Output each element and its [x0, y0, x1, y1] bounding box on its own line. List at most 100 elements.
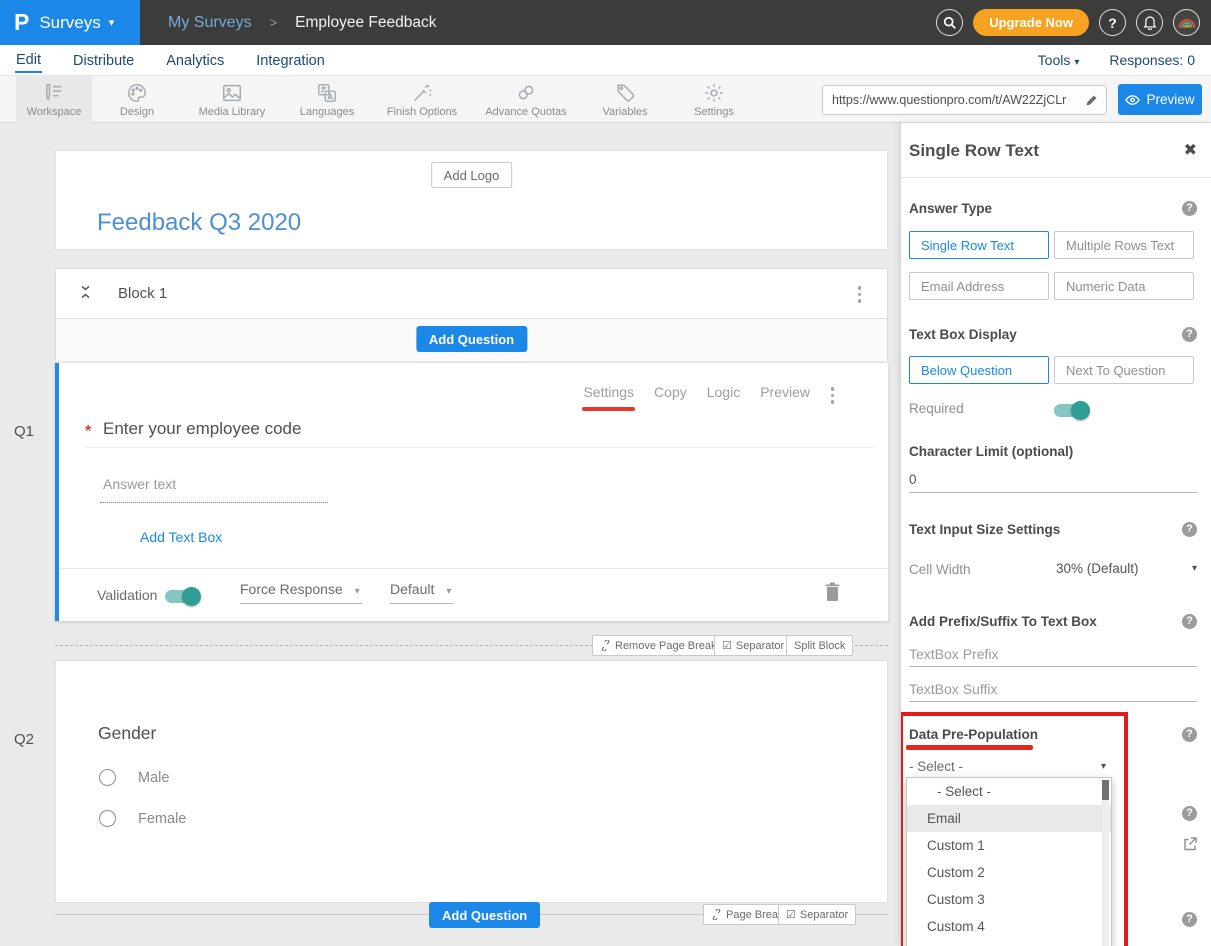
help-button[interactable]: ? — [1099, 9, 1126, 36]
dropdown-option-email[interactable]: Email — [907, 805, 1111, 832]
notifications-button[interactable] — [1136, 9, 1163, 36]
add-text-box-link[interactable]: Add Text Box — [140, 529, 222, 545]
character-limit-input[interactable]: 0 — [909, 472, 917, 487]
split-block-button[interactable]: Split Block — [786, 635, 853, 656]
help-icon[interactable]: ? — [1182, 614, 1197, 629]
question-tab-copy[interactable]: Copy — [654, 384, 687, 400]
answer-text-field-line[interactable] — [100, 502, 328, 503]
close-panel-button[interactable]: ✖ — [1184, 140, 1197, 160]
dropdown-option-custom1[interactable]: Custom 1 — [907, 832, 1111, 859]
toolbar-languages[interactable]: Languages — [282, 76, 372, 123]
palette-icon — [126, 82, 148, 104]
answer-type-label: Answer Type — [909, 201, 992, 216]
input-underline — [909, 701, 1197, 702]
force-response-dropdown[interactable]: Force Response▾ — [240, 581, 362, 604]
question-number-q1: Q1 — [14, 423, 34, 440]
edit-url-button[interactable] — [1076, 86, 1106, 114]
dropdown-option-select[interactable]: - Select - — [907, 778, 1111, 805]
collapse-block-button[interactable] — [80, 284, 91, 305]
help-icon[interactable]: ? — [1182, 327, 1197, 342]
responses-count[interactable]: Responses: 0 — [1109, 52, 1195, 68]
validation-toggle[interactable] — [165, 590, 199, 603]
tab-distribute[interactable]: Distribute — [72, 49, 135, 72]
dropdown-option-custom3[interactable]: Custom 3 — [907, 886, 1111, 913]
radio-option-male[interactable]: Male — [99, 769, 169, 786]
tab-integration[interactable]: Integration — [255, 49, 326, 72]
add-question-button[interactable]: Add Question — [416, 326, 527, 352]
help-icon[interactable]: ? — [1182, 522, 1197, 537]
add-logo-button[interactable]: Add Logo — [431, 162, 513, 188]
toolbar-media-library[interactable]: Media Library — [182, 76, 282, 123]
dropdown-option-custom2[interactable]: Custom 2 — [907, 859, 1111, 886]
remove-page-break-button[interactable]: Remove Page Break — [592, 635, 725, 656]
help-icon[interactable]: ? — [1182, 912, 1197, 927]
tab-edit[interactable]: Edit — [15, 48, 42, 73]
toolbar-settings[interactable]: Settings — [670, 76, 758, 123]
separator-button-bottom[interactable]: ☑ Separator — [778, 904, 856, 925]
question-text-q1[interactable]: Enter your employee code — [103, 419, 301, 439]
question-tab-preview[interactable]: Preview — [760, 384, 810, 400]
cell-width-label: Cell Width — [909, 562, 971, 577]
help-icon[interactable]: ? — [1182, 727, 1197, 742]
display-below-question[interactable]: Below Question — [909, 356, 1049, 384]
survey-editor-screen: P Surveys ▾ My Surveys > Employee Feedba… — [0, 0, 1211, 946]
answer-type-numeric[interactable]: Numeric Data — [1054, 272, 1194, 300]
question-action-tabs: Settings Copy Logic Preview — [583, 384, 810, 400]
collapse-icon — [80, 284, 91, 300]
survey-url-input[interactable] — [823, 86, 1075, 114]
cell-width-value[interactable]: 30% (Default) — [1056, 561, 1139, 576]
radio-icon[interactable] — [99, 769, 116, 786]
answer-type-single-row[interactable]: Single Row Text — [909, 231, 1049, 259]
bottom-section-line: Add Question Page Break ☑ Separator — [55, 914, 888, 915]
toolbar-workspace[interactable]: Workspace — [16, 76, 92, 123]
separator-button[interactable]: ☑ Separator — [714, 635, 792, 656]
product-switcher[interactable]: P Surveys ▾ — [0, 0, 140, 45]
toolbar-finish-options[interactable]: Finish Options — [372, 76, 472, 123]
scrollbar-thumb[interactable] — [1102, 780, 1109, 800]
question-tab-settings[interactable]: Settings — [583, 384, 634, 400]
validation-default-dropdown[interactable]: Default▾ — [390, 581, 453, 604]
survey-nav: Edit Distribute Analytics Integration To… — [0, 45, 1211, 75]
chevron-down-icon[interactable]: ▾ — [1192, 563, 1197, 574]
block-title[interactable]: Block 1 — [118, 285, 167, 302]
question-mark-icon: ? — [1108, 15, 1117, 31]
dropdown-scrollbar[interactable] — [1102, 780, 1109, 946]
preview-button[interactable]: Preview — [1118, 84, 1202, 115]
toolbar-advance-quotas[interactable]: Advance Quotas — [472, 76, 580, 123]
required-toggle[interactable] — [1054, 404, 1088, 417]
upgrade-now-button[interactable]: Upgrade Now — [973, 9, 1089, 36]
tab-analytics[interactable]: Analytics — [165, 49, 225, 72]
data-prepopulation-select[interactable]: - Select - — [909, 759, 963, 774]
radio-icon[interactable] — [99, 810, 116, 827]
toolbar-design[interactable]: Design — [92, 76, 182, 123]
answer-type-email[interactable]: Email Address — [909, 272, 1049, 300]
avatar[interactable] — [1173, 9, 1200, 36]
toolbar-items: Workspace Design Media Library — [16, 76, 758, 123]
external-link-icon[interactable] — [1183, 837, 1197, 856]
display-next-to-question[interactable]: Next To Question — [1054, 356, 1194, 384]
breadcrumb: My Surveys > Employee Feedback — [168, 0, 436, 45]
textbox-prefix-input[interactable]: TextBox Prefix — [909, 646, 998, 662]
tools-dropdown[interactable]: Tools▾ — [1038, 52, 1080, 68]
answer-text-placeholder[interactable]: Answer text — [103, 476, 176, 492]
dropdown-option-custom4[interactable]: Custom 4 — [907, 913, 1111, 940]
toolbar-variables[interactable]: Variables — [580, 76, 670, 123]
breadcrumb-my-surveys[interactable]: My Surveys — [168, 14, 252, 32]
radio-option-female[interactable]: Female — [99, 810, 186, 827]
textbox-suffix-input[interactable]: TextBox Suffix — [909, 681, 997, 697]
help-icon[interactable]: ? — [1182, 201, 1197, 216]
add-question-button-bottom[interactable]: Add Question — [429, 902, 540, 928]
search-button[interactable] — [936, 9, 963, 36]
question-text-q2[interactable]: Gender — [98, 723, 156, 744]
question-tab-logic[interactable]: Logic — [707, 384, 740, 400]
translate-icon — [316, 82, 338, 104]
help-icon[interactable]: ? — [1182, 806, 1197, 821]
survey-header-card: Add Logo Feedback Q3 2020 — [55, 150, 888, 250]
divider — [85, 447, 874, 448]
block-menu-button[interactable] — [854, 282, 866, 307]
question-menu-button[interactable] — [827, 383, 839, 408]
survey-title[interactable]: Feedback Q3 2020 — [97, 209, 301, 237]
chevron-down-icon[interactable]: ▾ — [1101, 761, 1106, 772]
answer-type-multiple-rows[interactable]: Multiple Rows Text — [1054, 231, 1194, 259]
delete-question-button[interactable] — [825, 582, 840, 606]
